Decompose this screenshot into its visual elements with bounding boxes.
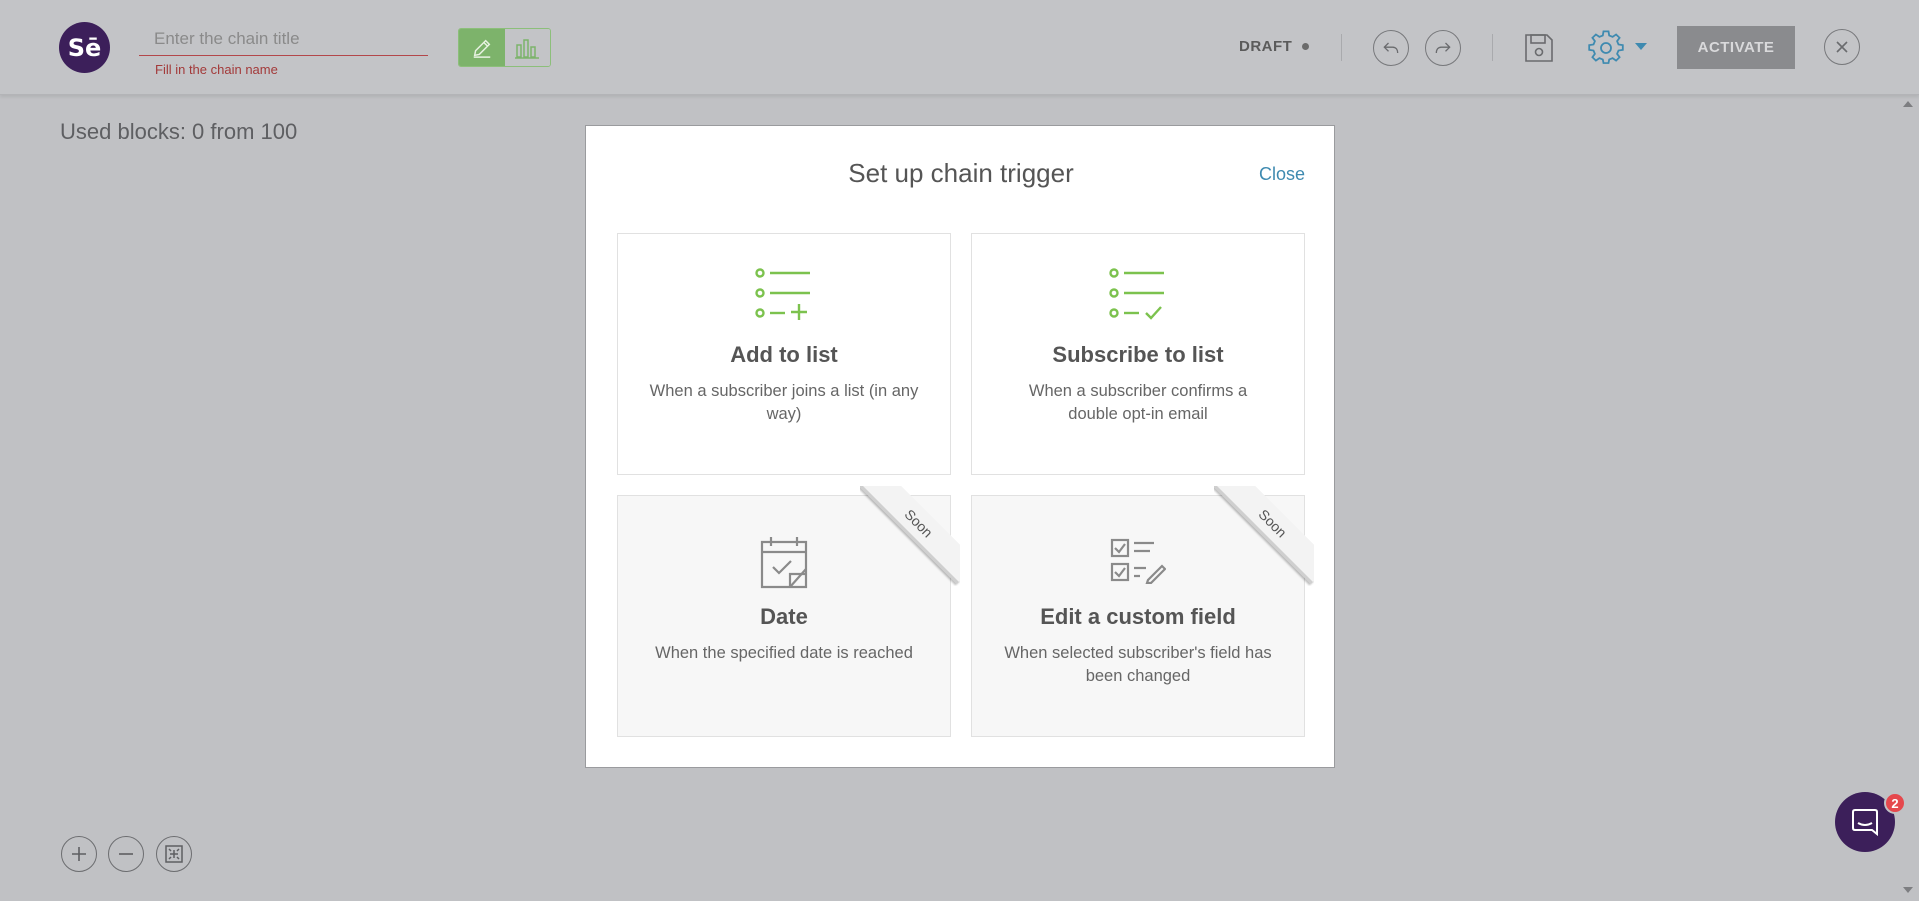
used-blocks-counter: Used blocks: 0 from 100 bbox=[60, 119, 298, 144]
divider bbox=[1341, 34, 1342, 61]
settings-button[interactable] bbox=[1587, 29, 1625, 67]
scroll-down-arrow[interactable] bbox=[1903, 887, 1913, 893]
stats-mode-button[interactable] bbox=[504, 29, 550, 66]
zoom-in-button[interactable] bbox=[61, 836, 97, 872]
chain-title-input[interactable] bbox=[139, 22, 428, 56]
chevron-down-icon[interactable] bbox=[1635, 43, 1647, 50]
logo-text: Sē bbox=[67, 33, 102, 62]
gear-icon bbox=[1588, 30, 1624, 64]
card-title: Add to list bbox=[730, 342, 838, 367]
mode-toggle-group bbox=[458, 28, 551, 67]
close-icon bbox=[1836, 41, 1848, 53]
trigger-card-edit-custom-field[interactable]: Edit a custom field When selected subscr… bbox=[971, 486, 1314, 737]
save-button[interactable] bbox=[1521, 30, 1557, 66]
card-description: When selected subscriber's field has bee… bbox=[1004, 644, 1272, 685]
pencil-icon bbox=[473, 39, 491, 58]
soon-ribbon: Soon bbox=[860, 486, 960, 585]
fit-screen-button[interactable] bbox=[156, 836, 192, 872]
top-toolbar: Sē Fill in the chain name DRAFT bbox=[0, 0, 1919, 95]
fit-screen-icon bbox=[165, 845, 183, 863]
card-title: Date bbox=[760, 604, 808, 629]
divider bbox=[1492, 34, 1493, 61]
status-text: DRAFT bbox=[1239, 38, 1293, 55]
title-error-message: Fill in the chain name bbox=[155, 62, 278, 77]
card-title: Subscribe to list bbox=[1052, 342, 1224, 367]
trigger-card-date[interactable]: Date When the specified date is reached … bbox=[617, 486, 960, 737]
redo-button[interactable] bbox=[1425, 30, 1461, 66]
close-editor-button[interactable] bbox=[1824, 29, 1860, 65]
plus-icon bbox=[72, 847, 86, 861]
scroll-up-arrow[interactable] bbox=[1903, 101, 1913, 107]
card-description: When the specified date is reached bbox=[655, 644, 913, 662]
status-dot bbox=[1302, 43, 1310, 50]
edit-mode-button[interactable] bbox=[459, 29, 505, 66]
chat-unread-badge: 2 bbox=[1884, 792, 1906, 814]
activate-button[interactable]: ACTIVATE bbox=[1677, 26, 1795, 69]
checklist-edit-icon bbox=[1110, 538, 1166, 584]
bar-chart-icon bbox=[515, 38, 540, 59]
card-title: Edit a custom field bbox=[1040, 604, 1236, 629]
minus-icon bbox=[119, 853, 133, 855]
chat-icon bbox=[1852, 809, 1878, 837]
chain-title-field: Fill in the chain name bbox=[139, 22, 428, 77]
undo-button[interactable] bbox=[1373, 30, 1409, 66]
list-check-icon bbox=[1109, 268, 1164, 320]
undo-icon bbox=[1383, 42, 1399, 54]
list-add-icon bbox=[755, 268, 810, 320]
app-logo[interactable]: Sē bbox=[59, 22, 110, 73]
trigger-setup-modal: Set up chain trigger Close Add to list W… bbox=[585, 125, 1335, 768]
soon-ribbon: Soon bbox=[1214, 486, 1314, 585]
zoom-out-button[interactable] bbox=[108, 836, 144, 872]
trigger-card-add-to-list[interactable]: Add to list When a subscriber joins a li… bbox=[617, 233, 951, 475]
status-indicator: DRAFT bbox=[1239, 38, 1310, 55]
modal-close-link[interactable]: Close bbox=[1259, 164, 1305, 185]
trigger-card-subscribe-to-list[interactable]: Subscribe to list When a subscriber conf… bbox=[971, 233, 1305, 475]
calendar-icon bbox=[760, 537, 808, 589]
card-description: When a subscriber joins a list (in any w… bbox=[649, 382, 919, 423]
save-icon bbox=[1525, 34, 1553, 62]
card-description: When a subscriber confirms a double opt-… bbox=[1028, 382, 1248, 423]
redo-icon bbox=[1435, 42, 1451, 54]
modal-title: Set up chain trigger bbox=[848, 158, 1074, 188]
